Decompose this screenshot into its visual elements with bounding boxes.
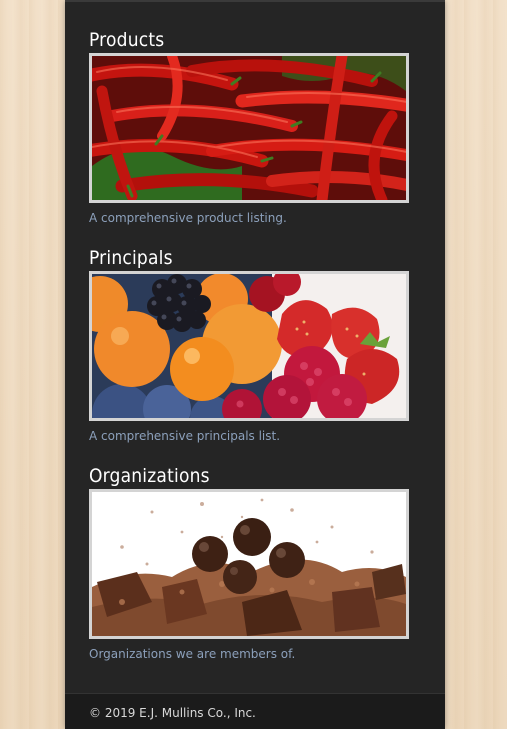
chili-peppers-image [92, 56, 406, 200]
content-panel: Products A comprehensive product listing… [65, 0, 445, 729]
organizations-caption-link[interactable]: Organizations we are members of. [89, 646, 295, 662]
principals-heading[interactable]: Principals [89, 246, 173, 270]
copyright-text: © 2019 E.J. Mullins Co., Inc. [89, 706, 256, 720]
principals-caption-link[interactable]: A comprehensive principals list. [89, 428, 280, 444]
organizations-image-link[interactable] [89, 489, 409, 639]
chocolate-cocoa-image [92, 492, 406, 636]
fruit-berries-image [92, 274, 406, 418]
products-heading[interactable]: Products [89, 28, 164, 52]
principals-image-link[interactable] [89, 271, 409, 421]
products-image-link[interactable] [89, 53, 409, 203]
products-caption-link[interactable]: A comprehensive product listing. [89, 210, 287, 226]
organizations-heading[interactable]: Organizations [89, 464, 210, 488]
footer: © 2019 E.J. Mullins Co., Inc. [65, 693, 445, 729]
panel-top-divider [65, 0, 445, 2]
